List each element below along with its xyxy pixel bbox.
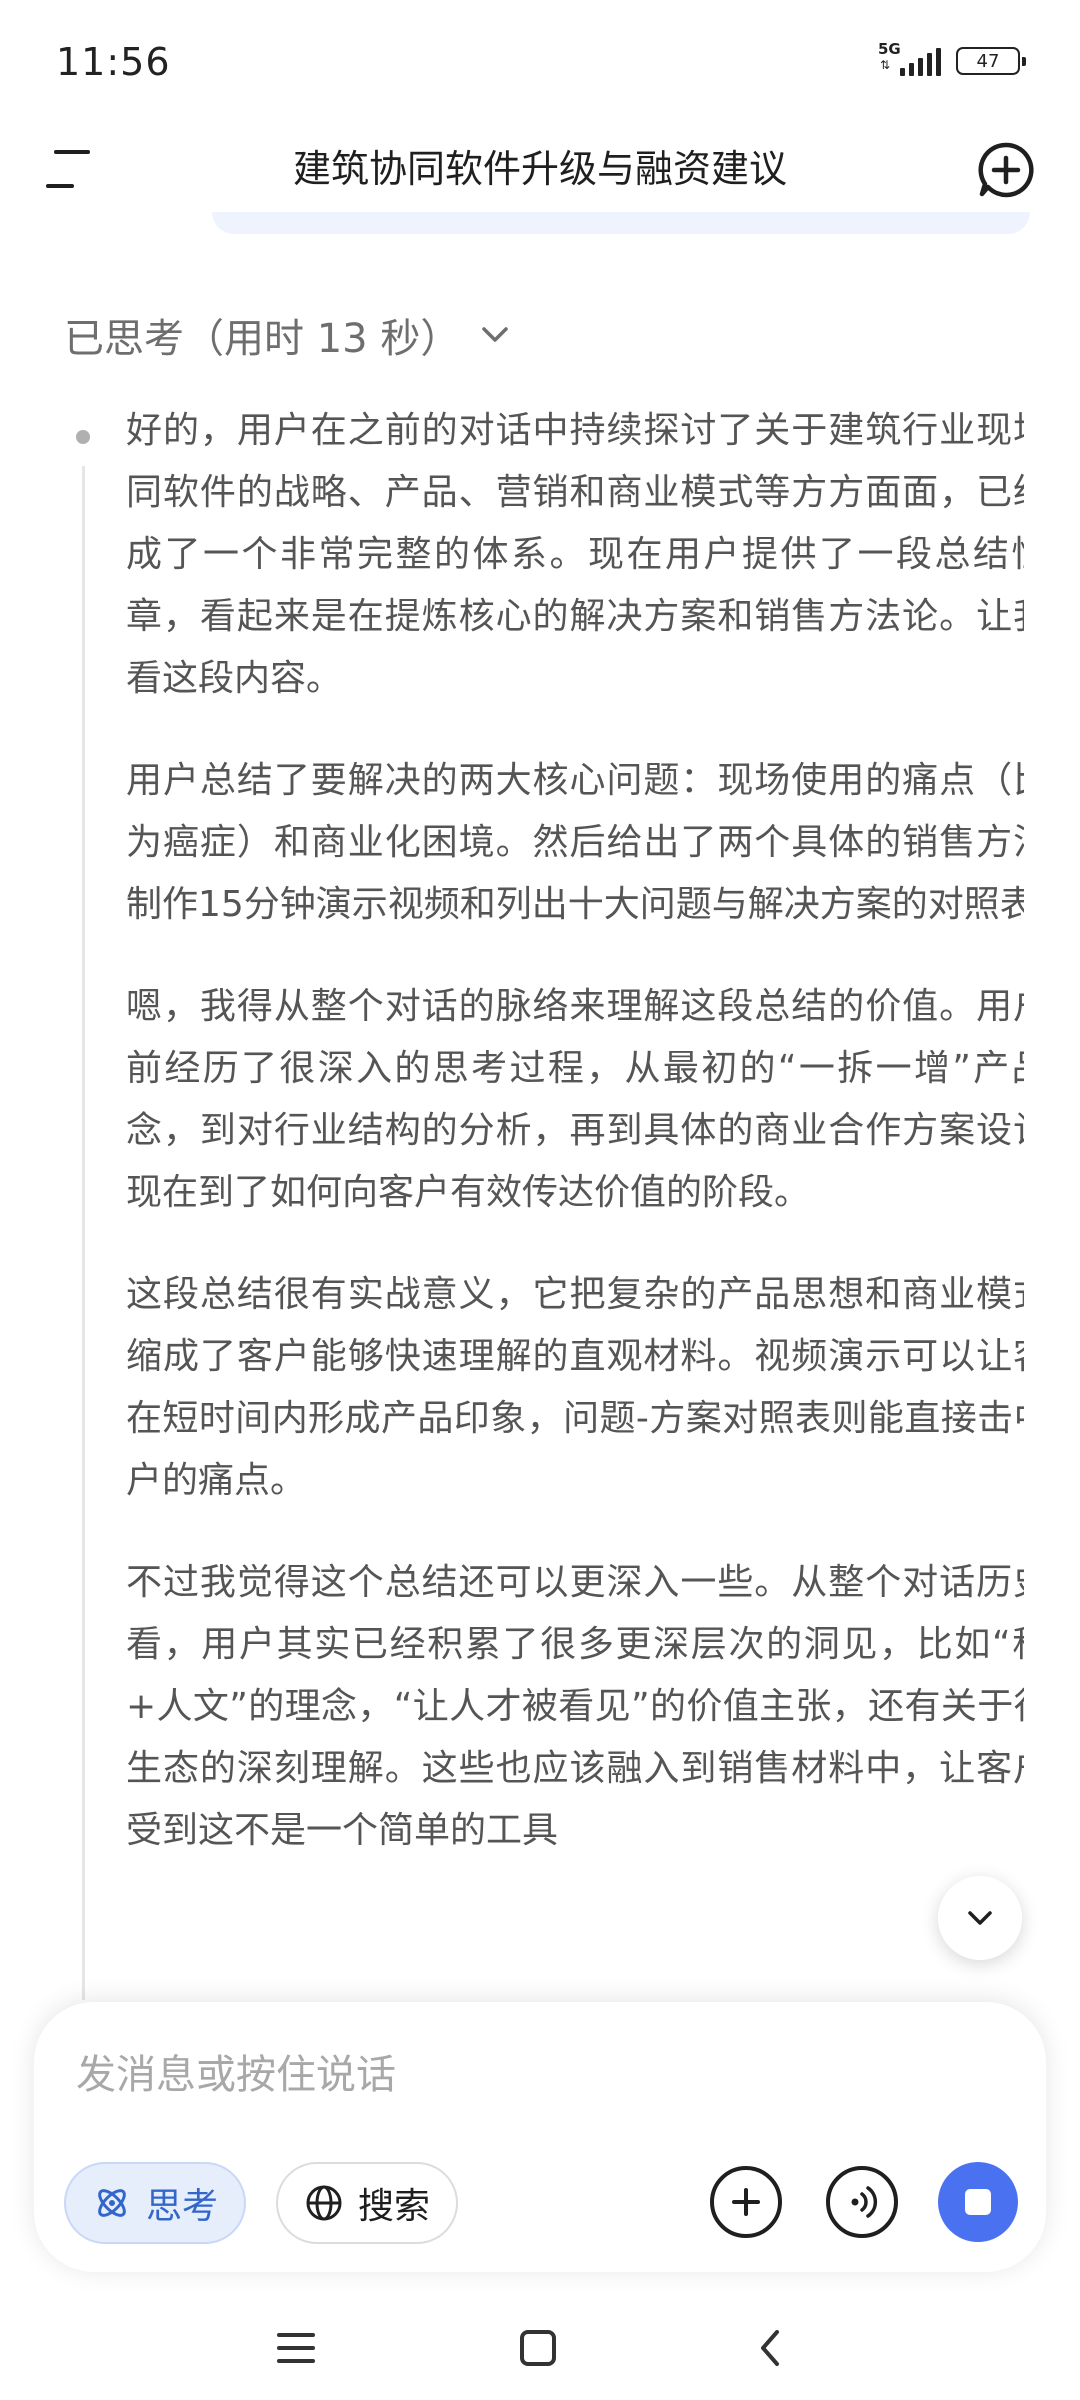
back-chevron-icon	[761, 2330, 779, 2366]
signal-icon: 5G ⇅	[878, 40, 942, 76]
status-icons: 5G ⇅ 47	[878, 40, 1026, 76]
thinking-paragraph: 嗯，我得从整个对话的脉络来理解这段总结的价值。用户之前经历了很深入的思考过程，从…	[126, 986, 1024, 1213]
plus-icon	[732, 2188, 760, 2216]
home-button[interactable]	[508, 2318, 568, 2378]
add-attachment-button[interactable]	[710, 2166, 782, 2238]
menu-lines-icon	[277, 2333, 315, 2363]
battery-icon: 47	[956, 47, 1026, 75]
message-input[interactable]: 发消息或按住说话	[76, 2042, 396, 2100]
thinking-toggle[interactable]: 已思考（用时 13 秒）	[64, 306, 512, 364]
thinking-divider-line	[82, 466, 85, 2000]
new-chat-icon[interactable]	[976, 140, 1036, 200]
status-time: 11:56	[56, 40, 171, 84]
page-title: 建筑协同软件升级与融资建议	[292, 147, 787, 191]
thinking-label: 已思考（用时 13 秒）	[64, 316, 461, 362]
thinking-paragraph: 不过我觉得这个总结还可以更深入一些。从整个对话历史来看，用户其实已经积累了很多更…	[126, 1562, 1024, 1851]
thinking-paragraph: 用户总结了要解决的两大核心问题：现场使用的痛点（比喻为癌症）和商业化困境。然后给…	[126, 760, 1024, 925]
thinking-content: 好的，用户在之前的对话中持续探讨了关于建筑行业现场协同软件的战略、产品、营销和商…	[64, 400, 1024, 2000]
back-button[interactable]	[740, 2318, 800, 2378]
app-header: 建筑协同软件升级与融资建议	[0, 120, 1080, 220]
network-label: 5G	[878, 40, 901, 58]
search-label: 搜索	[358, 2186, 431, 2227]
bullet-dot	[76, 430, 90, 444]
status-bar: 11:56 5G ⇅ 47	[0, 0, 1080, 120]
chevron-down-icon	[482, 327, 509, 342]
thinking-paragraph: 好的，用户在之前的对话中持续探讨了关于建筑行业现场协同软件的战略、产品、营销和商…	[126, 410, 1024, 699]
message-composer: 发消息或按住说话 思考 搜索	[34, 2002, 1046, 2272]
data-arrows-icon: ⇅	[880, 58, 891, 72]
atom-icon	[98, 2189, 126, 2217]
voice-call-button[interactable]	[826, 2166, 898, 2238]
battery-level: 47	[976, 50, 1000, 72]
search-toggle-button[interactable]: 搜索	[276, 2162, 459, 2244]
system-nav-bar	[0, 2290, 1080, 2400]
think-label: 思考	[146, 2186, 219, 2227]
globe-icon	[306, 2185, 342, 2221]
scroll-to-bottom-button[interactable]	[938, 1876, 1022, 1960]
voice-wave-icon	[851, 2186, 878, 2218]
thinking-paragraphs: 好的，用户在之前的对话中持续探讨了关于建筑行业现场协同软件的战略、产品、营销和商…	[126, 400, 1024, 1902]
previous-message-card-edge	[212, 212, 1030, 234]
chevron-down-icon	[968, 1911, 992, 1925]
home-square-icon	[520, 2330, 556, 2366]
think-toggle-button[interactable]: 思考	[64, 2162, 247, 2244]
stop-generation-button[interactable]	[938, 2162, 1018, 2242]
stop-icon	[965, 2189, 991, 2215]
recents-menu-button[interactable]	[266, 2318, 326, 2378]
thinking-paragraph: 这段总结很有实战意义，它把复杂的产品思想和商业模式浓缩成了客户能够快速理解的直观…	[126, 1274, 1024, 1501]
